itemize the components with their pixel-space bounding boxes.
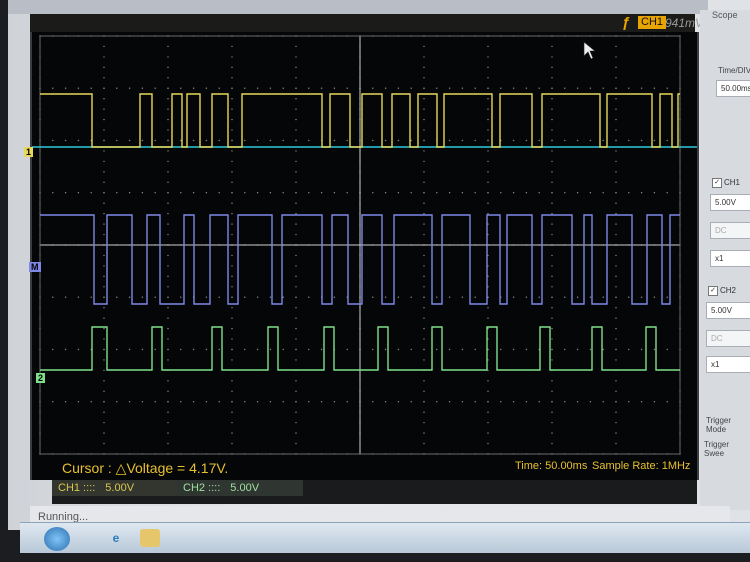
channel-bar: CH1 :::: 5.00V CH2 :::: 5.00V	[52, 480, 697, 504]
trigger-edge-icon: ƒ	[622, 14, 631, 31]
trigger-channel: CH1	[638, 16, 667, 29]
ch1-checkbox-label: CH1	[724, 178, 741, 188]
taskbar: e	[20, 522, 750, 553]
ch1-info-scale: 5.00V	[105, 482, 135, 494]
ch2-coupling-select[interactable]: DC	[706, 330, 750, 347]
ch2-volts-select[interactable]: 5.00V	[706, 302, 750, 319]
trigger-level: 941mV	[665, 16, 704, 30]
control-panel: Scope Time/DIV 50.00ms ✓ CH1 5.00V DC x1 …	[700, 10, 750, 510]
window-titlebar	[8, 0, 708, 14]
ch1-coupling-select[interactable]: DC	[710, 222, 750, 239]
math-marker[interactable]: M	[29, 262, 41, 272]
ch2-checkbox-label: CH2	[720, 286, 737, 296]
scope-top-bar: ƒ CH1 941mV	[30, 14, 703, 32]
ch1-checkbox[interactable]: ✓ CH1	[712, 178, 740, 188]
ch1-check-icon: ✓	[712, 178, 722, 188]
trigger-sweep-label: Trigger Swee	[704, 440, 730, 458]
mouse-cursor-icon	[583, 41, 596, 60]
ch1-ground-marker[interactable]: 1	[24, 147, 34, 157]
oscilloscope-screen[interactable]: 1 M 2 Cursor : △Voltage = 4.17V. Time: 5…	[24, 32, 699, 480]
time-div-select[interactable]: 50.00ms	[716, 80, 750, 97]
trigger-mode-label: Trigger Mode	[706, 416, 732, 434]
ch2-info-label: CH2 ::::	[183, 482, 221, 494]
ch1-info-box[interactable]: CH1 :::: 5.00V	[52, 480, 178, 496]
ch2-info-box[interactable]: CH2 :::: 5.00V	[177, 480, 303, 496]
ch1-info-label: CH1 ::::	[58, 482, 96, 494]
cursor-readout: Cursor : △Voltage = 4.17V.	[62, 460, 229, 476]
ch1-volts-select[interactable]: 5.00V	[710, 194, 750, 211]
waveform-display	[32, 35, 697, 455]
folder-icon[interactable]	[140, 529, 160, 547]
ch2-probe-select[interactable]: x1	[706, 356, 750, 373]
time-div-label: Time/DIV	[718, 66, 750, 75]
ch2-ground-marker[interactable]: 2	[36, 373, 46, 383]
ch2-checkbox[interactable]: ✓ CH2	[708, 286, 736, 296]
time-readout: Time: 50.00ms	[515, 460, 588, 472]
ch2-check-icon: ✓	[708, 286, 718, 296]
sample-rate-readout: Sample Rate: 1MHz	[592, 460, 691, 472]
ie-icon[interactable]: e	[106, 529, 126, 547]
panel-title: Scope	[712, 10, 738, 20]
start-orb-icon[interactable]	[44, 527, 70, 551]
ch1-probe-select[interactable]: x1	[710, 250, 750, 267]
ch2-info-scale: 5.00V	[230, 482, 260, 494]
